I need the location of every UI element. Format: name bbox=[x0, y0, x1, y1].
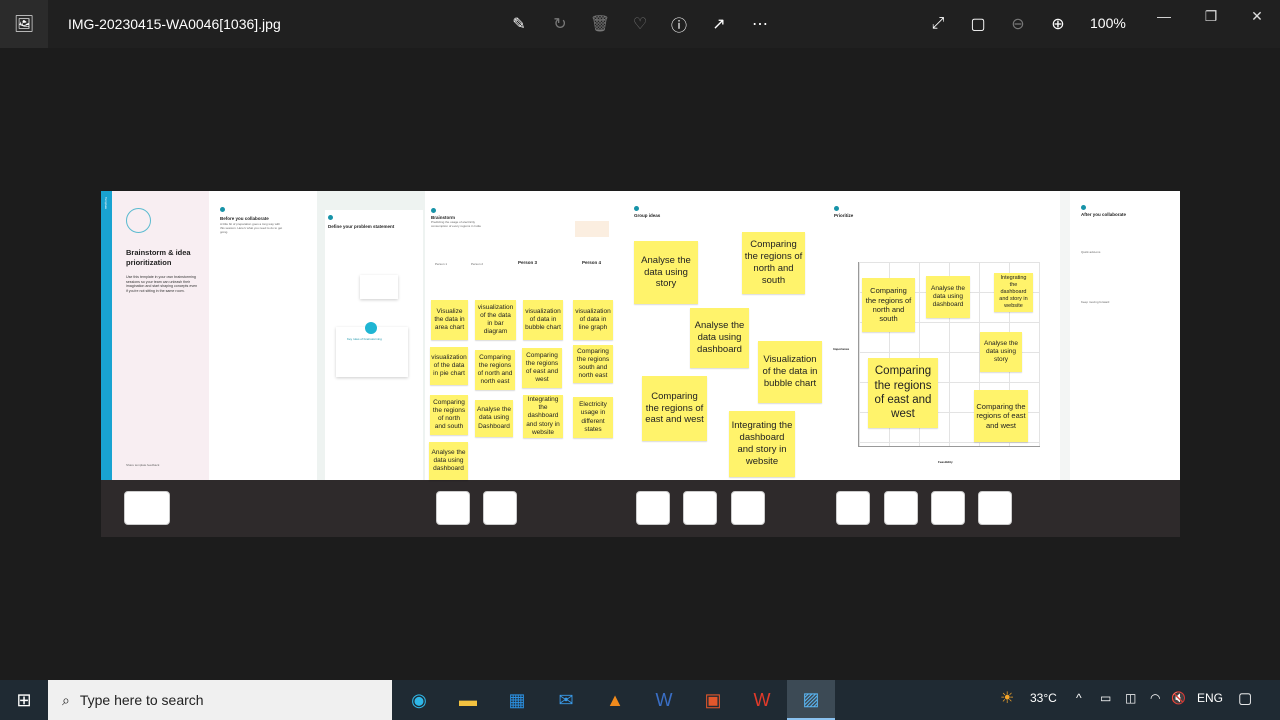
fullscreen-icon[interactable]: ⤢ bbox=[925, 12, 951, 36]
thumbnail bbox=[636, 491, 670, 525]
quick-addons: Quick add-ons bbox=[1081, 250, 1101, 254]
fit-icon[interactable]: ▢ bbox=[965, 12, 991, 36]
person-label: Person 2 bbox=[471, 262, 484, 266]
template-tag: Template bbox=[103, 197, 108, 210]
sticky-note: Visualize the data in area chart bbox=[431, 300, 468, 340]
vlc-icon[interactable]: ▲ bbox=[591, 680, 639, 720]
group-title: Group ideas bbox=[634, 213, 661, 218]
feedback-link[interactable]: Share template feedback bbox=[126, 463, 159, 468]
sticky-note: Integrating the dashboard and story in w… bbox=[523, 395, 563, 438]
brainstorm-desc: Predicting the usage of electricity cons… bbox=[431, 220, 481, 228]
file-title: IMG-20230415-WA0046[1036].jpg bbox=[68, 16, 281, 32]
person-label: Person 1 bbox=[435, 262, 448, 266]
key-rules: Key rules of brainstorming bbox=[347, 337, 382, 341]
sticky-note: Comparing the regions of east and west bbox=[868, 358, 938, 428]
sticky-note: Analyse the data using dashboard bbox=[429, 442, 468, 480]
temperature[interactable]: 33°C bbox=[1030, 691, 1057, 705]
share-icon[interactable]: ↗ bbox=[706, 12, 732, 36]
lightbulb-icon bbox=[126, 208, 151, 233]
sticky-note: Analyse the data using dashboard bbox=[690, 308, 749, 368]
prioritize-title: Prioritize bbox=[834, 213, 854, 218]
sticky-note: Comparing the regions of east and west bbox=[522, 348, 562, 388]
cover-title: Brainstorm & idea prioritization bbox=[126, 248, 191, 267]
sticky-note: Integrating the dashboard and story in w… bbox=[994, 273, 1033, 312]
thumbnail bbox=[884, 491, 918, 525]
notifications-icon[interactable]: ▢ bbox=[1238, 689, 1252, 707]
thumbnail bbox=[483, 491, 517, 525]
heart-icon[interactable]: ♡ bbox=[627, 12, 653, 36]
file-explorer-icon[interactable]: ▬ bbox=[444, 680, 492, 720]
sticky-note: Comparing the regions of east and west bbox=[974, 390, 1028, 442]
more-button[interactable]: ⋯ bbox=[747, 12, 773, 36]
search-placeholder: Type here to search bbox=[79, 692, 204, 708]
sticky-note: visualization of data in line graph bbox=[573, 300, 613, 340]
y-axis-label: Importance bbox=[833, 347, 850, 351]
before-panel: Before you collaborate A little bit of p… bbox=[209, 191, 317, 480]
person-label: Person 3 bbox=[518, 260, 538, 265]
sticky-note: Analyse the data using story bbox=[980, 332, 1022, 372]
cover-description: Use this template in your own brainstorm… bbox=[126, 275, 198, 294]
photos-app-icon[interactable]: 🖼 bbox=[0, 0, 48, 48]
edit-icon[interactable]: ✎ bbox=[506, 12, 532, 36]
sticky-note: Comparing the regions south and north ea… bbox=[573, 345, 613, 383]
sticky-note: Visualization of the data in bubble char… bbox=[758, 341, 822, 403]
thumbnail bbox=[931, 491, 965, 525]
rotate-icon[interactable]: ↻ bbox=[547, 12, 573, 36]
cover-panel: Template Brainstorm & idea prioritizatio… bbox=[101, 191, 209, 480]
taskbar-search[interactable]: ⌕ Type here to search bbox=[48, 680, 392, 720]
sticky-note: visualization of data in bubble chart bbox=[523, 300, 563, 340]
wps-icon[interactable]: W bbox=[738, 680, 786, 720]
sticky-note: Comparing the regions of east and west bbox=[642, 376, 707, 441]
thumbnail bbox=[978, 491, 1012, 525]
language-indicator[interactable]: ENG bbox=[1197, 691, 1223, 705]
sticky-note: visualization of the data in pie chart bbox=[430, 347, 468, 385]
sticky-note: visualization of the data in bar diagram bbox=[475, 300, 516, 340]
minimize-button[interactable]: — bbox=[1149, 8, 1179, 24]
search-icon: ⌕ bbox=[62, 691, 70, 708]
sticky-note: Comparing the regions of north and south bbox=[742, 232, 805, 294]
sticky-note: Analyse the data using Dashboard bbox=[475, 400, 513, 437]
sticky-note: Comparing the regions of north and south bbox=[430, 395, 468, 435]
store-icon[interactable]: ▦ bbox=[493, 680, 541, 720]
sticky-note: Analyse the data using story bbox=[634, 241, 698, 304]
thumbnail bbox=[436, 491, 470, 525]
mail-icon[interactable]: ✉ bbox=[542, 680, 590, 720]
sticky-note: Comparing the regions of north and south bbox=[862, 278, 915, 332]
restore-button[interactable]: ❐ bbox=[1196, 8, 1226, 25]
zoom-in-icon[interactable]: ⊕ bbox=[1045, 12, 1071, 36]
zoom-level[interactable]: 100% bbox=[1090, 15, 1126, 31]
windows-start-icon[interactable]: ⊞ bbox=[0, 680, 48, 720]
zoom-out-icon[interactable]: ⊖ bbox=[1005, 12, 1031, 36]
meet-now-icon[interactable]: ◫ bbox=[1125, 691, 1136, 705]
photos-taskbar-icon[interactable]: ▨ bbox=[787, 680, 835, 720]
battery-icon[interactable]: ▭ bbox=[1100, 691, 1111, 705]
thumbnail bbox=[731, 491, 765, 525]
delete-icon[interactable]: 🗑 bbox=[587, 12, 613, 36]
sticky-note: Electricity usage in different states bbox=[573, 397, 613, 438]
weather-icon[interactable]: ☀ bbox=[1000, 688, 1014, 708]
after-title: After you collaborate bbox=[1081, 212, 1127, 217]
thumbnail bbox=[836, 491, 870, 525]
keep-moving: Keep moving forward bbox=[1081, 300, 1110, 304]
chevron-up-icon[interactable]: ^ bbox=[1076, 691, 1082, 705]
mute-icon[interactable]: 🔇 bbox=[1171, 691, 1186, 705]
sticky-note: Analyse the data using dashboard bbox=[926, 276, 970, 318]
info-icon[interactable]: ⓘ bbox=[666, 12, 692, 36]
before-desc: A little bit of preparation goes a long … bbox=[220, 222, 283, 234]
close-button[interactable]: ✕ bbox=[1242, 8, 1272, 25]
x-axis-label: Feasibility bbox=[938, 460, 953, 464]
before-title: Before you collaborate bbox=[220, 216, 269, 221]
sticky-note: Integrating the dashboard and story in w… bbox=[729, 411, 795, 477]
edge-icon[interactable]: ◉ bbox=[395, 680, 443, 720]
photo-canvas[interactable]: Template Brainstorm & idea prioritizatio… bbox=[101, 191, 1180, 537]
wifi-icon[interactable]: ◠ bbox=[1150, 691, 1160, 705]
person-label: Person 4 bbox=[582, 260, 602, 265]
thumbnail bbox=[683, 491, 717, 525]
sticky-note: Comparing the regions of north and north… bbox=[475, 350, 515, 390]
office-icon[interactable]: ▣ bbox=[689, 680, 737, 720]
define-title: Define your problem statement bbox=[328, 224, 395, 229]
define-panel: Define your problem statement Key rules … bbox=[317, 191, 425, 488]
thumbnail bbox=[124, 491, 170, 525]
word-icon[interactable]: W bbox=[640, 680, 688, 720]
